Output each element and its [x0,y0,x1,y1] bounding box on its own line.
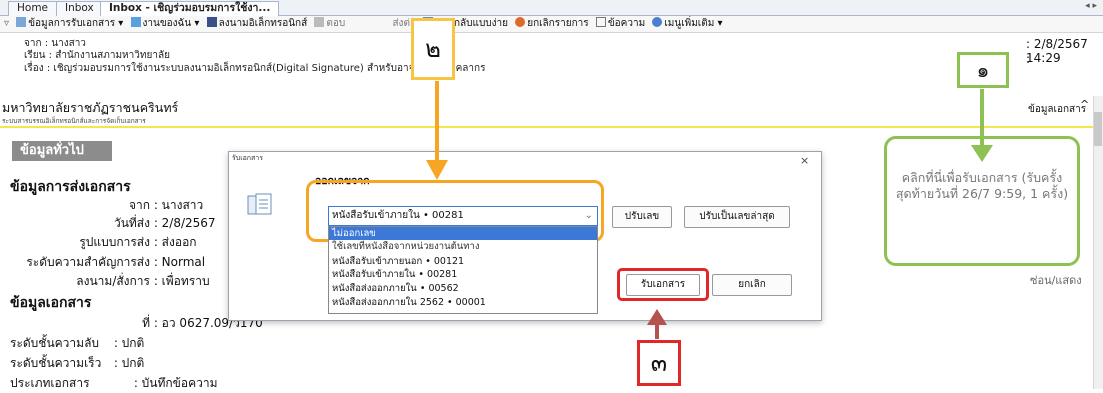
annotation-label-2: ๒ [411,18,455,80]
tab-scroll-arrows[interactable]: ◂ ▸ [1085,1,1097,11]
row-label: ระดับชั้นความลับ [10,336,100,350]
row-value: นางสาว [161,198,204,212]
row-secrecy: ระดับชั้นความลับ : ปกติ [0,334,144,353]
message-button[interactable]: ข้อความ [595,17,645,29]
pen-icon [206,17,217,27]
toolbar: ▿ ข้อมูลการรับเอกสาร ▾ งานของฉัน ▾ ลงนาม… [0,16,1103,33]
document-icon [16,17,27,27]
row-value: 2/8/2567 [161,216,216,230]
scrollbar-thumb[interactable] [1094,112,1102,146]
row-value: ส่งออก [161,235,197,249]
row-value: ปกติ [121,336,145,350]
dialog-title: รับเอกสาร [232,154,264,162]
dropdown-option[interactable]: หนังสือรับเข้าภายนอก • 00121 [332,255,596,268]
annotation-label-3: ๓ [637,340,681,386]
receive-document-button[interactable]: รับเอกสาร [626,274,700,296]
row-priority: ระดับความสำคัญการส่ง : Normal [0,253,226,272]
receive-document-link[interactable]: คลิกที่นี่เพื่อรับเอกสาร (รับครั้งสุดท้า… [890,170,1074,202]
org-subtitle: ระบบสารบรรณอิเล็กทรอนิกส์และการจัดเก็บเอ… [2,117,146,125]
dropdown-option[interactable]: หนังสือส่งออกภายใน • 00562 [332,282,596,295]
send-info-heading: ข้อมูลการส่งเอกสาร [10,179,131,195]
latest-number-button[interactable]: ปรับเป็นเลขล่าสุด [684,206,790,228]
row-label: รูปแบบการส่ง [79,235,150,249]
org-title: มหาวิทยาลัยราชภัฏราชนครินทร์ [2,100,179,115]
toolbar-overflow-icon[interactable]: ▿ [4,18,9,29]
tasks-icon [130,17,141,27]
cancel-item-button[interactable]: ยกเลิกรายการ [515,17,589,29]
row-label: ระดับความสำคัญการส่ง [26,255,150,269]
close-icon[interactable]: × [800,154,809,167]
cancel-button[interactable]: ยกเลิก [712,274,792,296]
row-send-date: วันที่ส่ง : 2/8/2567 [0,214,226,233]
document-stack-icon [247,192,273,218]
row-send-type: รูปแบบการส่ง : ส่งออก [0,233,226,252]
row-doc-no: ที่ : อว 0627.09/ว170 [0,314,263,333]
more-menu[interactable]: เมนูเพิ่มเติม ▾ [652,17,723,29]
toggle-show-hide[interactable]: ซ่อน/แสดง [1030,271,1082,289]
reply-icon [314,17,325,27]
adjust-number-button[interactable]: ปรับเลข [612,206,672,228]
reply-button[interactable]: ตอบ [314,17,345,29]
row-label: ลงนาม/สั่งการ [76,274,150,288]
issue-number-select[interactable]: หนังสือรับเข้าภายใน • 00281 ⌄ [328,206,598,226]
doc-info-link[interactable]: ข้อมูลเอกสาร [1028,102,1086,117]
row-sign-order: ลงนาม/สั่งการ : เพื่อทราบ [0,272,226,291]
more-icon [652,17,663,27]
row-label: ประเภทเอกสาร [10,376,90,390]
tab-home[interactable]: Home [8,1,58,16]
dropdown-option[interactable]: ใช้เลขที่หนังสือจากหน่วยงานต้นทาง [332,240,596,253]
dropdown-option[interactable]: หนังสือส่งออกภายใน 2562 • 00001 [332,296,596,309]
general-info-tab[interactable]: ข้อมูลทั่วไป [12,141,112,161]
row-value: บันทึกข้อความ [141,376,218,390]
message-icon [595,17,606,27]
row-value: Normal [161,255,206,269]
annotation-label-1: ๑ [957,52,1009,88]
header-date-2: : - [1026,52,1039,66]
tab-inbox[interactable]: Inbox [56,1,103,16]
row-from: จาก : นางสาว [0,196,226,215]
my-tasks-menu[interactable]: งานของฉัน ▾ [130,17,199,29]
collapse-up-icon[interactable]: ^ [1080,98,1089,111]
row-value: เพื่อทราบ [161,274,210,288]
row-label: ที่ [142,316,150,330]
row-label: วันที่ส่ง [113,216,150,230]
select-value: หนังสือรับเข้าภายใน • 00281 [332,210,464,221]
row-speed: ระดับชั้นความเร็ว : ปกติ [0,354,144,373]
row-value: ปกติ [121,356,145,370]
chevron-down-icon: ⌄ [584,210,593,221]
row-doc-type: ประเภทเอกสาร : บันทึกข้อความ [0,374,218,393]
receive-info-menu[interactable]: ข้อมูลการรับเอกสาร ▾ [16,17,123,29]
cancel-icon [515,17,526,27]
row-label: จาก [128,198,150,212]
divider [0,126,1093,128]
row-label: ระดับชั้นความเร็ว [10,356,102,370]
dropdown-option[interactable]: หนังสือรับเข้าภายใน • 00281 [332,268,596,281]
tab-inbox-message[interactable]: Inbox - เชิญร่วมอบรมการใช้งา... [100,1,280,16]
doc-info-heading: ข้อมูลเอกสาร [10,295,92,311]
e-sign-button[interactable]: ลงนามอิเล็กทรอนิกส์ [206,17,307,29]
dropdown-option[interactable]: ไม่ออกเลข [329,227,597,240]
